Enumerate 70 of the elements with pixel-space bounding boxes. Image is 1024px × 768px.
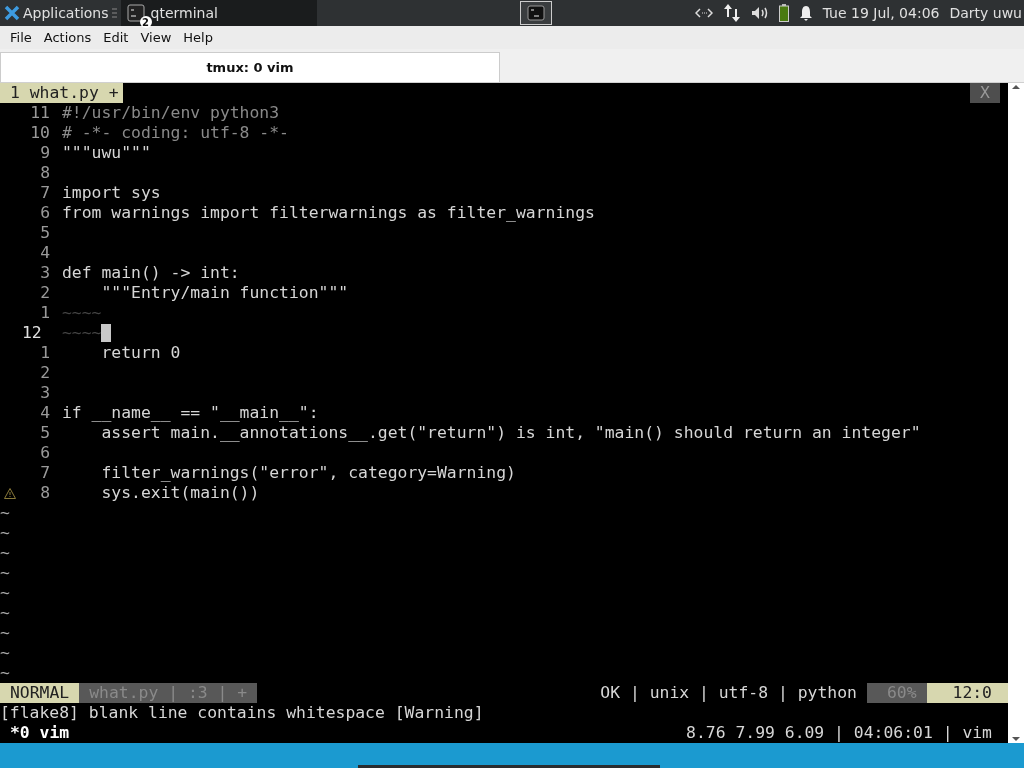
code-line: #!/usr/bin/env python3 — [61, 103, 280, 123]
transfer-arrows-icon[interactable] — [722, 3, 741, 23]
line-number: 3 — [39, 383, 50, 403]
code-line: from warnings import filterwarnings as filter_warnings — [61, 203, 595, 223]
applications-menu[interactable]: Applications — [23, 5, 109, 21]
line-number: 6 — [39, 203, 50, 223]
show-desktop-button[interactable] — [519, 1, 552, 25]
cursor-position: 12:0 — [926, 683, 1008, 703]
code-line: sys.exit(main()) — [100, 483, 260, 503]
code-line: return 0 — [100, 343, 181, 363]
empty-line-marker: ~ — [0, 503, 10, 523]
terminal-tab[interactable]: tmux: 0 vim — [0, 52, 500, 82]
empty-line-marker: ~ — [0, 603, 10, 623]
empty-line-marker: ~ — [0, 663, 10, 683]
code-line: if __name__ == "__main__": — [61, 403, 319, 423]
line-number: 9 — [39, 143, 50, 163]
menu-item[interactable]: Actions — [37, 30, 98, 45]
line-number: 4 — [39, 403, 50, 423]
user-name[interactable]: Darty uwu — [949, 5, 1022, 21]
mode-indicator: NORMAL — [0, 683, 80, 703]
menu-item[interactable]: View — [134, 30, 178, 45]
empty-line-marker: ~ — [0, 563, 10, 583]
line-number: 10 — [29, 123, 50, 143]
whitespace-marker: ~~~~ — [61, 303, 102, 323]
line-number: 5 — [39, 223, 50, 243]
tmux-status: 8.76 7.99 6.09 | 04:06:01 | vim — [686, 723, 993, 743]
line-number: 8 — [39, 483, 50, 503]
file-format-info: OK | unix | utf-8 | python — [600, 683, 858, 703]
code-line: """uwu""" — [61, 143, 151, 163]
lint-message: [flake8] blank line contains whitespace [Warning] — [0, 703, 484, 723]
code-line: assert main.__annotations__.get("return") is int, "main() should return an integer" — [100, 423, 921, 443]
code-line: def main() -> int: — [61, 263, 240, 283]
tmux-window[interactable]: *0 vim — [0, 723, 70, 743]
whitespace-marker: ~~~~ — [61, 323, 102, 343]
bell-icon[interactable] — [798, 5, 813, 21]
clock[interactable]: Tue 19 Jul, 04:06 — [822, 5, 940, 21]
handle-icon — [111, 7, 117, 19]
line-number: 6 — [39, 443, 50, 463]
empty-line-marker: ~ — [0, 523, 10, 543]
buffer-tab[interactable]: 1 what.py + — [0, 83, 123, 103]
empty-line-marker: ~ — [0, 543, 10, 563]
terminal-icon — [526, 5, 545, 21]
app-menu-icon[interactable] — [4, 5, 20, 21]
line-number: 1 — [39, 343, 50, 363]
menu-item[interactable]: File — [4, 30, 38, 45]
line-number: 7 — [39, 183, 50, 203]
empty-line-marker: ~ — [0, 643, 10, 663]
code-line: """Entry/main function""" — [100, 283, 349, 303]
line-number: 8 — [39, 163, 50, 183]
line-number: 2 — [39, 283, 50, 303]
network-icon[interactable] — [694, 7, 713, 19]
code-line: filter_warnings("error", category=Warning) — [100, 463, 516, 483]
line-number: 3 — [39, 263, 50, 283]
code-line: # -*- coding: utf-8 -*- — [61, 123, 289, 143]
menu-item[interactable]: Help — [177, 30, 219, 45]
line-number: 12 — [21, 323, 43, 343]
cursor — [101, 324, 112, 342]
scroll-down-icon[interactable] — [1011, 735, 1021, 743]
line-number: 5 — [39, 423, 50, 443]
battery-icon[interactable] — [778, 4, 789, 22]
menu-item[interactable]: Edit — [97, 30, 135, 45]
empty-line-marker: ~ — [0, 623, 10, 643]
line-number: 11 — [29, 103, 50, 123]
code-line: import sys — [61, 183, 161, 203]
volume-icon[interactable] — [750, 5, 769, 21]
line-number: 4 — [39, 243, 50, 263]
line-number: 7 — [39, 463, 50, 483]
empty-line-marker: ~ — [0, 583, 10, 603]
line-number: 2 — [39, 363, 50, 383]
line-number: 1 — [39, 303, 50, 323]
